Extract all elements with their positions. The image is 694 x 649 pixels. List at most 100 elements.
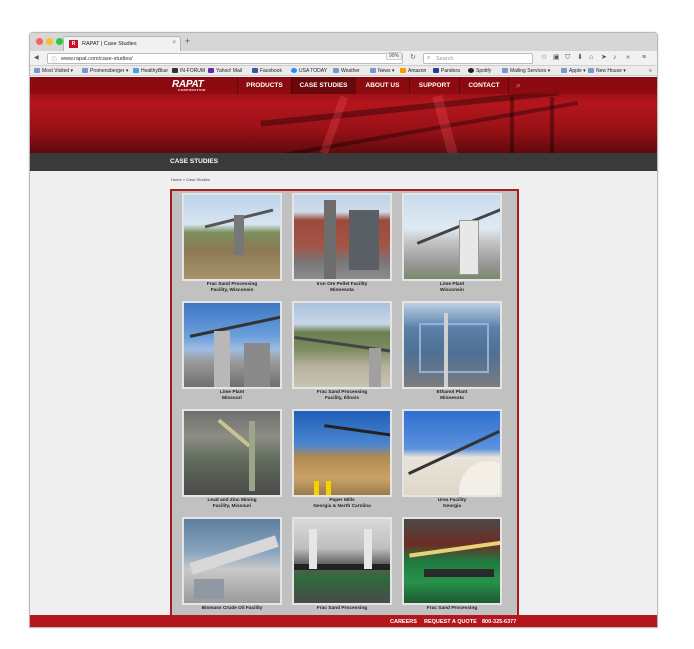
case-study-card[interactable]: Ethanol Plant Minnesota: [402, 301, 502, 406]
tab-rapat-case-studies[interactable]: R RAPAT | Case Studies ×: [63, 36, 181, 51]
bookmark-mailing-services[interactable]: Mailing Services ▾: [502, 68, 550, 74]
site-info-icon[interactable]: ⓘ: [51, 55, 57, 64]
case-study-card[interactable]: Lime Plant Wisconsin: [402, 193, 502, 298]
nav-about-us[interactable]: ABOUT US: [355, 77, 409, 94]
weather-icon: [333, 68, 339, 73]
case-study-card[interactable]: Lime Plant Missouri: [182, 301, 282, 406]
case-study-photo[interactable]: [292, 301, 392, 389]
case-study-caption: Frac Sand Processing Facility, Wisconsin: [206, 282, 258, 293]
send-icon[interactable]: ➤: [601, 53, 607, 63]
bookmark-apple[interactable]: Apple ▾: [561, 68, 586, 74]
bookmark-label: Facebook: [260, 68, 282, 74]
case-study-caption: Frac Sand Processing Facility, Illinois: [316, 390, 368, 401]
bookmark-new-house[interactable]: New House ▾: [588, 68, 626, 74]
logo-subtext: CORPORATION: [178, 88, 206, 92]
search-input[interactable]: ⌕ Search: [423, 53, 533, 64]
home-icon[interactable]: ⌂: [589, 53, 593, 63]
case-study-card[interactable]: Frac Sand Processing: [292, 517, 392, 622]
banner-beam: [550, 97, 554, 153]
address-bar[interactable]: ⓘ www.rapat.com/case-studies/: [47, 53, 403, 64]
bookmark-news[interactable]: News ▾: [370, 68, 394, 74]
minimize-window-icon[interactable]: [46, 38, 53, 45]
audio-icon[interactable]: ♪: [613, 53, 617, 63]
search-icon: ⌕: [427, 55, 431, 61]
folder-icon: [502, 68, 508, 73]
bookmark-spotify[interactable]: Spotify: [468, 68, 491, 74]
tab-close-icon[interactable]: ×: [172, 40, 176, 46]
close-window-icon[interactable]: [36, 38, 43, 45]
zoom-level[interactable]: 90%: [386, 52, 403, 60]
reload-icon[interactable]: ↻: [410, 53, 416, 61]
tab-title: RAPAT | Case Studies: [82, 41, 137, 47]
banner-beam: [510, 97, 514, 153]
case-study-photo[interactable]: [402, 409, 502, 497]
nav-contact[interactable]: CONTACT: [459, 77, 509, 94]
case-study-photo[interactable]: [182, 409, 282, 497]
case-study-photo[interactable]: [182, 193, 282, 281]
new-tab-button[interactable]: +: [185, 36, 190, 46]
url-text: www.rapat.com/case-studies/: [61, 56, 133, 62]
bookmark-healthyblue[interactable]: HealthyBlue: [133, 68, 168, 74]
nav-case-studies[interactable]: CASE STUDIES: [291, 77, 355, 94]
reading-list-icon[interactable]: ▣: [553, 53, 560, 63]
case-study-photo[interactable]: [402, 301, 502, 389]
nav-support[interactable]: SUPPORT: [409, 77, 459, 94]
folder-icon: [588, 68, 594, 73]
case-study-photo[interactable]: [292, 517, 392, 605]
bookmark-usa-today[interactable]: USA TODAY: [291, 68, 327, 74]
case-study-card[interactable]: Urea Facility Georgia: [402, 409, 502, 514]
case-study-photo[interactable]: [292, 193, 392, 281]
case-study-card[interactable]: Frac Sand Processing Facility, Wisconsin: [182, 193, 282, 298]
case-study-photo[interactable]: [402, 193, 502, 281]
case-study-card[interactable]: Frac Sand Processing Facility, Illinois: [292, 301, 392, 406]
bookmark-weather[interactable]: Weather: [333, 68, 360, 74]
downloads-icon[interactable]: ⬇: [577, 53, 583, 63]
bookmark-pandora[interactable]: Pandora: [433, 68, 460, 74]
case-study-caption: Frac Sand Processing: [426, 606, 478, 611]
case-study-photo[interactable]: [182, 301, 282, 389]
bookmark-in-forum[interactable]: IN-FORUM: [172, 68, 205, 74]
bookmark-facebook[interactable]: Facebook: [252, 68, 282, 74]
breadcrumb[interactable]: Home > Case Studies: [171, 177, 210, 182]
bookmark-yahoo-mail[interactable]: Yahoo! Mail: [208, 68, 242, 74]
bookmark-icon: [291, 68, 297, 73]
bookmark-label: Promensberger ▾: [90, 68, 129, 74]
bookmark-label: Yahoo! Mail: [216, 68, 243, 74]
tab-strip: R RAPAT | Case Studies × +: [30, 33, 657, 51]
footer-careers-link[interactable]: CAREERS: [390, 619, 417, 625]
pandora-icon: [433, 68, 439, 73]
case-studies-grid: Frac Sand Processing Facility, Wisconsin …: [170, 189, 519, 627]
browser-window: R RAPAT | Case Studies × + ◀ ⓘ www.rapat…: [29, 32, 658, 628]
nav-products[interactable]: PRODUCTS: [237, 77, 291, 94]
bookmark-label: New House ▾: [596, 68, 626, 74]
case-study-photo[interactable]: [182, 517, 282, 605]
case-study-card[interactable]: Biomass Crude Oil Facility: [182, 517, 282, 622]
case-study-photo[interactable]: [402, 517, 502, 605]
case-study-photo[interactable]: [292, 409, 392, 497]
case-study-caption: Iron Ore Pellet Facility Minnesota: [316, 282, 368, 293]
case-study-caption: Biomass Crude Oil Facility: [201, 606, 263, 611]
menu-icon[interactable]: ≡: [642, 53, 646, 63]
case-study-card[interactable]: Lead and Zinc Mining Facility, Missouri: [182, 409, 282, 514]
overflow-icon[interactable]: »: [626, 53, 630, 63]
bookmark-star-icon[interactable]: ☆: [541, 53, 547, 63]
web-page: RAPAT CORPORATION PRODUCTS CASE STUDIES A…: [30, 77, 657, 627]
case-study-card[interactable]: Frac Sand Processing: [402, 517, 502, 622]
footer-phone-number[interactable]: 800-325-6377: [482, 619, 516, 625]
site-search-icon[interactable]: ⌕: [516, 80, 521, 91]
bookmark-label: Weather: [341, 68, 360, 74]
bookmark-promensberger[interactable]: Promensberger ▾: [82, 68, 128, 74]
page-title-bar: CASE STUDIES: [30, 153, 657, 171]
back-button[interactable]: ◀: [34, 53, 39, 63]
case-study-caption: Lime Plant Missouri: [219, 390, 245, 401]
navigation-bar: ◀ ⓘ www.rapat.com/case-studies/ 90% ↻ ⌕ …: [30, 51, 657, 66]
bookmark-most-visited[interactable]: Most Visited ▾: [34, 68, 73, 74]
bookmark-amazon[interactable]: Amazon: [400, 68, 426, 74]
case-study-card[interactable]: Paper Mills Georgia & North Carolina: [292, 409, 392, 514]
pocket-icon[interactable]: ⛉: [565, 53, 570, 63]
case-study-card[interactable]: Iron Ore Pellet Facility Minnesota: [292, 193, 392, 298]
zoom-window-icon[interactable]: [56, 38, 63, 45]
rapat-logo[interactable]: RAPAT CORPORATION: [172, 80, 218, 92]
bookmarks-overflow-icon[interactable]: »: [649, 68, 652, 74]
footer-request-quote-link[interactable]: REQUEST A QUOTE: [424, 619, 477, 625]
